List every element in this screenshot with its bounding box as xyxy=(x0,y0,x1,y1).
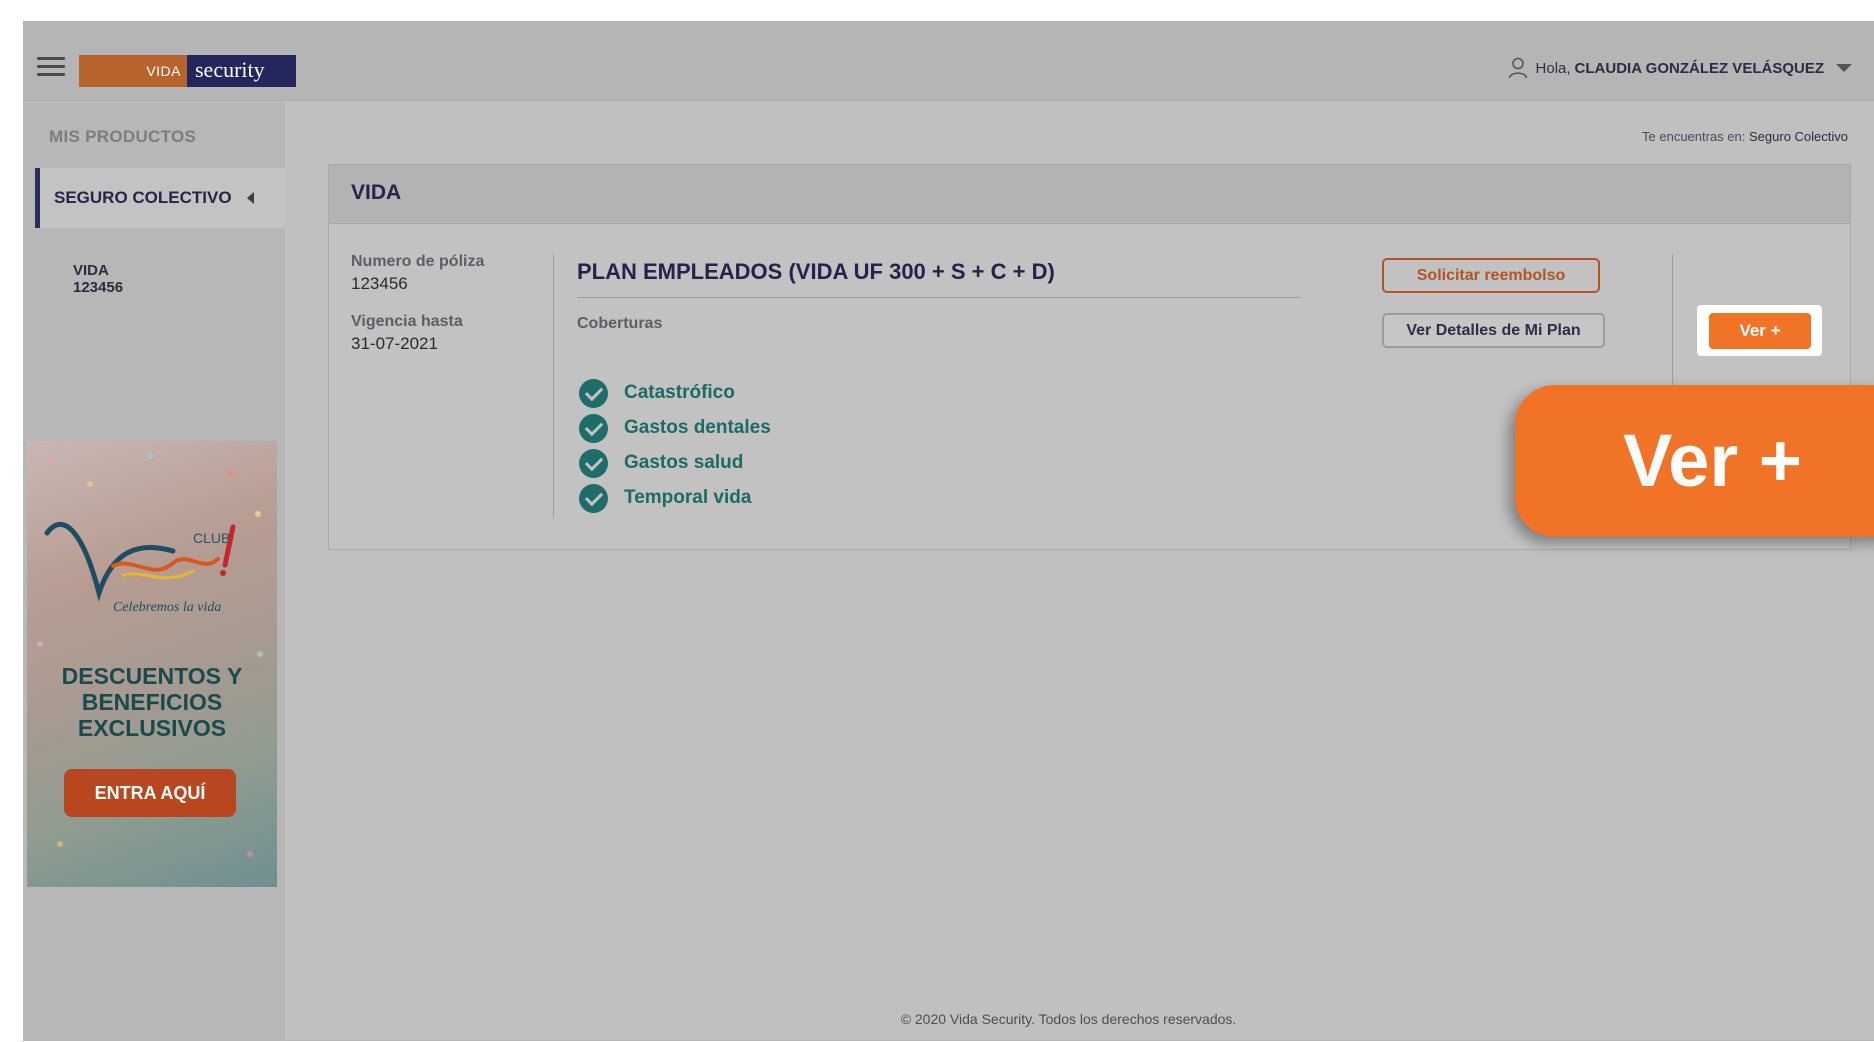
top-header: VIDA security Hola, CLAUDIA GONZÁLEZ VEL… xyxy=(23,21,1874,101)
coverage-label: Gastos salud xyxy=(624,452,744,473)
vida-security-logo[interactable]: VIDA security xyxy=(79,55,296,87)
coverage-item: Gastos dentales xyxy=(579,413,771,443)
club-vive-promo-banner[interactable]: CLUB Celebremos la vida DESCUENTOS Y BEN… xyxy=(27,441,277,887)
coverage-label: Gastos dentales xyxy=(624,417,771,438)
promo-title-line: BENEFICIOS xyxy=(81,689,223,715)
sidebar-item-seguro-colectivo[interactable]: SEGURO COLECTIVO xyxy=(35,168,285,228)
confetti-dot xyxy=(257,651,263,657)
app-window: VIDA security Hola, CLAUDIA GONZÁLEZ VEL… xyxy=(23,21,1874,1041)
promo-title-line: EXCLUSIVOS xyxy=(77,715,227,741)
coverage-item: Temporal vida xyxy=(579,483,751,513)
user-greeting: Hola, xyxy=(1535,59,1571,77)
card-title: VIDA xyxy=(351,181,402,204)
plan-name: PLAN EMPLEADOS (VIDA UF 300 + S + C + D) xyxy=(577,259,1055,284)
subitem-product: VIDA xyxy=(73,262,109,279)
ver-mas-zoom-callout[interactable]: Ver + xyxy=(1515,385,1874,537)
sidebar-item-label: SEGURO COLECTIVO xyxy=(54,188,232,207)
check-circle-icon xyxy=(579,448,608,478)
promo-title: DESCUENTOS Y BENEFICIOS EXCLUSIVOS xyxy=(27,663,277,741)
club-vive-logo: CLUB Celebremos la vida xyxy=(44,521,236,615)
validity-value: 31-07-2021 xyxy=(351,334,438,353)
entra-aqui-button[interactable]: ENTRA AQUÍ xyxy=(64,769,236,817)
coverage-item: Catastrófico xyxy=(579,378,735,408)
user-icon xyxy=(1508,57,1527,79)
user-name: CLAUDIA GONZÁLEZ VELÁSQUEZ xyxy=(1574,59,1824,77)
sidebar: MIS PRODUCTOS SEGURO COLECTIVO VIDA 1234… xyxy=(23,102,285,1041)
policy-number-label: Numero de póliza xyxy=(351,253,485,270)
divider xyxy=(553,254,554,518)
divider xyxy=(577,297,1301,298)
check-circle-icon xyxy=(579,413,608,443)
solicitar-reembolso-button[interactable]: Solicitar reembolso xyxy=(1382,258,1600,293)
user-menu[interactable]: Hola, CLAUDIA GONZÁLEZ VELÁSQUEZ xyxy=(1508,55,1852,81)
policy-number-value: 123456 xyxy=(351,274,408,293)
logo-security-text: security xyxy=(187,55,296,87)
breadcrumb: Te encuentras en: Seguro Colectivo xyxy=(1642,129,1848,144)
confetti-dot xyxy=(47,459,53,465)
club-label: CLUB xyxy=(193,530,230,546)
subitem-policy-number: 123456 xyxy=(73,279,124,296)
confetti-dot xyxy=(227,471,233,477)
validity-label: Vigencia hasta xyxy=(351,313,463,330)
promo-tagline: Celebremos la vida xyxy=(113,600,221,615)
coverage-item: Gastos salud xyxy=(579,448,743,478)
confetti-dot xyxy=(37,641,43,647)
sidebar-subitem-vida[interactable]: VIDA 123456 xyxy=(73,262,123,296)
confetti-dot xyxy=(57,841,63,847)
promo-title-line: DESCUENTOS Y xyxy=(61,663,243,689)
confetti-dot xyxy=(147,453,153,459)
chevron-left-icon xyxy=(247,192,254,204)
ver-detalles-plan-button[interactable]: Ver Detalles de Mi Plan xyxy=(1382,313,1605,348)
logo-vida-text: VIDA xyxy=(79,55,187,87)
coverages-label: Coberturas xyxy=(577,315,663,332)
confetti-dot xyxy=(255,511,261,517)
coverage-label: Temporal vida xyxy=(624,487,752,508)
coverage-label: Catastrófico xyxy=(624,382,735,403)
confetti-dot xyxy=(87,481,93,487)
chevron-down-icon[interactable] xyxy=(1836,64,1852,72)
breadcrumb-prefix: Te encuentras en: xyxy=(1642,129,1746,144)
breadcrumb-current[interactable]: Seguro Colectivo xyxy=(1749,129,1848,144)
card-header: VIDA xyxy=(329,165,1850,224)
ver-mas-highlight: Ver + xyxy=(1697,305,1822,356)
sidebar-title: MIS PRODUCTOS xyxy=(49,127,197,146)
hamburger-menu-icon[interactable] xyxy=(37,57,65,77)
footer-copyright: © 2020 Vida Security. Todos los derechos… xyxy=(900,1011,1237,1027)
check-circle-icon xyxy=(579,378,608,408)
confetti-dot xyxy=(247,851,253,857)
ver-mas-button[interactable]: Ver + xyxy=(1709,313,1811,349)
check-circle-icon xyxy=(579,483,608,513)
